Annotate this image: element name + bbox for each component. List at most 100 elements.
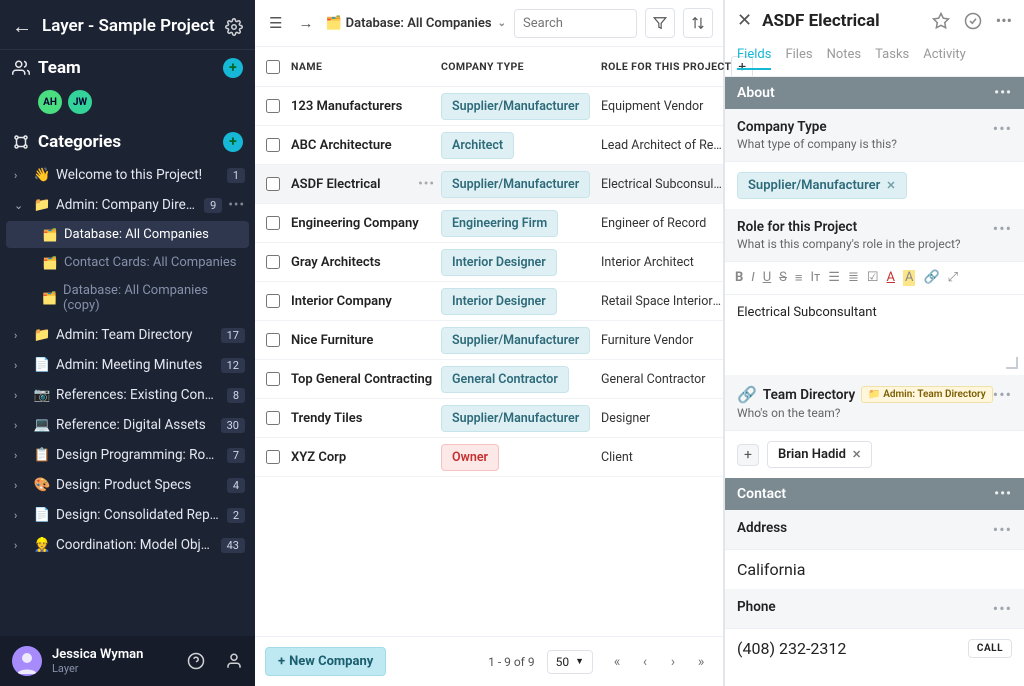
field-role-body[interactable]: Electrical Subconsultant [725, 295, 1024, 375]
col-type[interactable]: COMPANY TYPE [441, 60, 601, 73]
table-row[interactable]: Engineering Company Engineering Firm Eng… [255, 204, 723, 243]
list-ul-icon[interactable]: ☰ [828, 270, 840, 286]
sidebar-item[interactable]: › 👋 Welcome to this Project! 1 [0, 160, 255, 190]
list-ol-icon[interactable]: ≣ [848, 270, 859, 286]
sidebar-sub-item[interactable]: 🗂️ Database: All Companies [6, 221, 249, 248]
new-company-button[interactable]: + New Company [265, 647, 386, 676]
sort-button[interactable] [683, 8, 713, 38]
page-size-select[interactable]: 50 ▼ [547, 650, 593, 674]
table-row[interactable]: Nice Furniture Supplier/Manufacturer Fur… [255, 321, 723, 360]
gear-icon[interactable] [225, 18, 243, 36]
row-more-icon[interactable]: ••• [418, 177, 435, 192]
type-tag[interactable]: Supplier/Manufacturer [441, 405, 590, 432]
sidebar-item[interactable]: › 👷 Coordination: Model Objects 43 [0, 530, 255, 560]
section-more-icon[interactable]: ••• [994, 486, 1012, 502]
sidebar-item[interactable]: › 💻 Reference: Digital Assets 30 [0, 410, 255, 440]
expand-icon[interactable]: ⤢ [948, 270, 958, 286]
help-icon[interactable] [187, 652, 205, 670]
col-name[interactable]: NAME [291, 60, 441, 73]
field-more-icon[interactable]: ••• [993, 599, 1012, 618]
breadcrumb[interactable]: 🗂️ Database: All Companies ⌄ [325, 16, 506, 31]
col-role[interactable]: ROLE FOR THIS PROJECT [601, 60, 731, 73]
field-address-body[interactable]: California [725, 550, 1024, 589]
more-icon[interactable]: ••• [996, 11, 1012, 30]
type-tag[interactable]: General Contractor [441, 366, 569, 393]
check-circle-icon[interactable] [964, 12, 982, 30]
section-more-icon[interactable]: ••• [994, 85, 1012, 101]
sidebar-item[interactable]: ⌄ 📁 Admin: Company Directory 9 ••• [0, 190, 255, 220]
add-category-button[interactable]: + [223, 132, 243, 152]
type-tag[interactable]: Engineering Firm [441, 210, 558, 237]
avatar[interactable]: AH [38, 90, 62, 114]
sidebar-item[interactable]: › 📄 Design: Consolidated Reports 2 [0, 500, 255, 530]
field-more-icon[interactable]: ••• [993, 385, 1012, 420]
row-checkbox[interactable] [255, 372, 291, 386]
field-more-icon[interactable]: ••• [993, 520, 1012, 539]
sidebar-item[interactable]: › 📋 Design Programming: Rooms 7 [0, 440, 255, 470]
sidebar-item[interactable]: › 📁 Admin: Team Directory 17 [0, 320, 255, 350]
table-row[interactable]: Top General Contracting General Contract… [255, 360, 723, 399]
prev-page-button[interactable]: ‹ [633, 650, 657, 674]
panel-tab[interactable]: Activity [923, 41, 966, 70]
panel-tab[interactable]: Tasks [875, 41, 909, 70]
indent-icon[interactable]: Iт [810, 270, 820, 286]
company-type-chip[interactable]: Supplier/Manufacturer ✕ [737, 172, 907, 199]
field-more-icon[interactable]: ••• [993, 119, 1012, 151]
bold-icon[interactable]: B [735, 270, 743, 286]
table-row[interactable]: XYZ Corp Owner Client [255, 438, 723, 477]
row-checkbox[interactable] [255, 177, 291, 191]
underline-icon[interactable]: U [763, 270, 771, 286]
type-tag[interactable]: Interior Designer [441, 249, 557, 276]
panel-tab[interactable]: Notes [827, 41, 862, 70]
sidebar-item[interactable]: › 📄 Admin: Meeting Minutes 12 [0, 350, 255, 380]
select-all-checkbox[interactable] [255, 60, 291, 74]
row-checkbox[interactable] [255, 138, 291, 152]
row-checkbox[interactable] [255, 255, 291, 269]
panel-tab[interactable]: Fields [737, 41, 771, 70]
highlight-icon[interactable]: A [903, 270, 915, 286]
sidebar-sub-item[interactable]: 🗂️ Contact Cards: All Companies [6, 249, 249, 276]
item-more-icon[interactable]: ••• [228, 197, 245, 213]
strike-icon[interactable]: S [779, 270, 787, 286]
type-tag[interactable]: Owner [441, 444, 499, 471]
avatar[interactable]: JW [68, 90, 92, 114]
field-more-icon[interactable]: ••• [993, 219, 1012, 251]
add-team-member-button[interactable]: + [737, 444, 759, 466]
close-icon[interactable]: ✕ [737, 10, 752, 31]
search-input[interactable] [514, 9, 637, 38]
table-row[interactable]: ABC Architecture Architect Lead Architec… [255, 126, 723, 165]
field-company-type-body[interactable]: Supplier/Manufacturer ✕ [725, 162, 1024, 209]
table-row[interactable]: Gray Architects Interior Designer Interi… [255, 243, 723, 282]
star-icon[interactable] [932, 12, 950, 30]
user-avatar[interactable] [12, 646, 42, 676]
filter-button[interactable] [645, 8, 675, 38]
link-icon[interactable]: 🔗 [923, 270, 939, 286]
checklist-icon[interactable]: ☑ [867, 270, 879, 286]
type-tag[interactable]: Interior Designer [441, 288, 557, 315]
account-icon[interactable] [225, 652, 243, 670]
remove-chip-icon[interactable]: ✕ [886, 179, 895, 192]
sidebar-item[interactable]: › 📷 References: Existing Conditions 8 [0, 380, 255, 410]
table-row[interactable]: ASDF Electrical••• Supplier/Manufacturer… [255, 165, 723, 204]
sidebar-item[interactable]: › 🎨 Design: Product Specs 4 [0, 470, 255, 500]
type-tag[interactable]: Supplier/Manufacturer [441, 93, 590, 120]
forward-icon[interactable]: → [294, 10, 317, 36]
row-checkbox[interactable] [255, 411, 291, 425]
row-checkbox[interactable] [255, 294, 291, 308]
call-button[interactable]: CALL [968, 639, 1012, 658]
type-tag[interactable]: Supplier/Manufacturer [441, 171, 590, 198]
row-checkbox[interactable] [255, 333, 291, 347]
type-tag[interactable]: Architect [441, 132, 514, 159]
menu-icon[interactable]: ☰ [265, 10, 286, 36]
table-row[interactable]: Trendy Tiles Supplier/Manufacturer Desig… [255, 399, 723, 438]
table-row[interactable]: Interior Company Interior Designer Retai… [255, 282, 723, 321]
align-icon[interactable]: ≡ [795, 270, 803, 286]
team-directory-tag[interactable]: 📁 Admin: Team Directory [861, 386, 992, 403]
row-checkbox[interactable] [255, 450, 291, 464]
panel-tab[interactable]: Files [785, 41, 812, 70]
next-page-button[interactable]: › [661, 650, 685, 674]
last-page-button[interactable]: » [689, 650, 713, 674]
table-row[interactable]: 123 Manufacturers Supplier/Manufacturer … [255, 87, 723, 126]
back-icon[interactable]: ← [12, 14, 32, 39]
team-member-chip[interactable]: Brian Hadid ✕ [767, 441, 872, 468]
